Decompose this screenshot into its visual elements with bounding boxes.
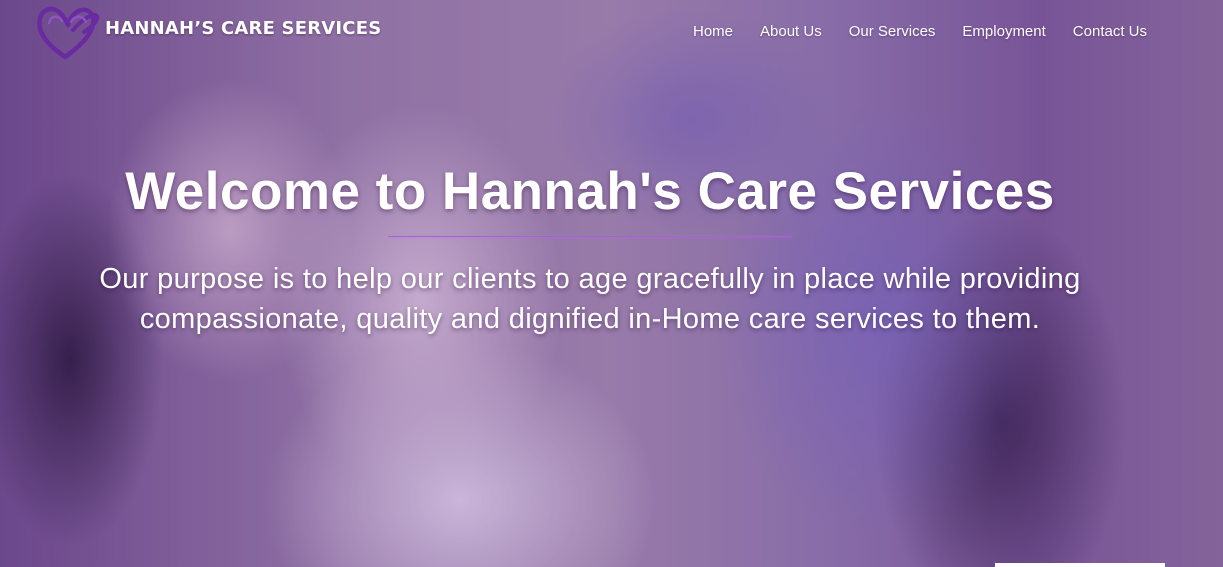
hero-divider — [388, 236, 792, 237]
brand-name: HANNAH’S CARE SERVICES — [105, 18, 382, 39]
nav-contact-us-link[interactable]: Contact Us — [1073, 23, 1147, 43]
hero-subtitle: Our purpose is to help our clients to ag… — [0, 259, 1180, 339]
partial-panel-edge — [995, 563, 1165, 567]
site-logo-link[interactable]: HANNAH’S CARE SERVICES — [34, 0, 394, 68]
nav-about-us-link[interactable]: About Us — [760, 23, 822, 43]
main-navigation: Home About Us Our Services Employment Co… — [693, 23, 1147, 43]
nav-home-link[interactable]: Home — [693, 23, 733, 43]
nav-our-services-link[interactable]: Our Services — [849, 23, 936, 43]
hero-content: Welcome to Hannah's Care Services Our pu… — [0, 0, 1223, 567]
hero-background: HANNAH’S CARE SERVICES Home About Us Our… — [0, 0, 1223, 567]
site-header: HANNAH’S CARE SERVICES Home About Us Our… — [0, 0, 1223, 68]
heart-hand-icon — [34, 0, 100, 66]
nav-employment-link[interactable]: Employment — [962, 23, 1045, 43]
hero-subtitle-line: compassionate, quality and dignified in-… — [139, 303, 1041, 335]
hero-subtitle-line: Our purpose is to help our clients to ag… — [99, 263, 1081, 295]
hero-heading: Welcome to Hannah's Care Services — [125, 162, 1055, 221]
